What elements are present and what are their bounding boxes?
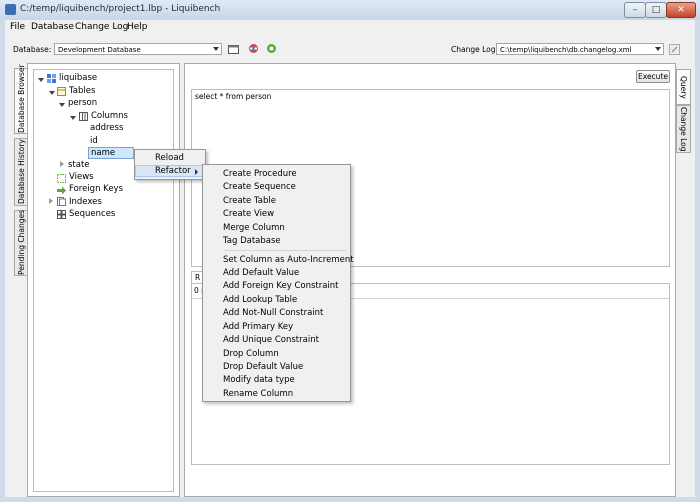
menu-item-label: Create Procedure (223, 169, 297, 179)
tree-indexes[interactable]: Indexes (69, 197, 102, 207)
foreign-key-icon (57, 186, 66, 195)
toolbar: Database: Development Database Change Lo… (5, 37, 695, 63)
tab-change-log-label: Change Log (679, 106, 688, 152)
tree-table-person[interactable]: person (68, 98, 97, 108)
tab-change-log[interactable]: Change Log (676, 105, 691, 153)
title-bar: C:/temp/liquibench/project1.lbp - Liquib… (0, 0, 700, 20)
menu-item-refactor[interactable]: Refactor (135, 165, 205, 177)
window-title: C:/temp/liquibench/project1.lbp - Liquib… (20, 4, 221, 14)
menu-file[interactable]: File (10, 22, 25, 32)
tree-tables[interactable]: Tables (69, 86, 95, 96)
database-icon (47, 74, 56, 83)
menu-item-label: Merge Column (223, 223, 285, 233)
results-tab-label: R (195, 273, 201, 282)
menu-item-reload[interactable]: Reload (135, 152, 205, 164)
tree-foreign-keys[interactable]: Foreign Keys (69, 184, 123, 194)
tree-column-id[interactable]: id (90, 136, 98, 146)
app-icon (5, 4, 16, 15)
expand-arrow-icon[interactable] (70, 116, 76, 120)
menu-database[interactable]: Database (31, 22, 74, 32)
tab-query[interactable]: Query (676, 69, 691, 105)
menu-item-label: Drop Default Value (223, 362, 304, 372)
columns-icon (79, 112, 88, 121)
menu-item-label: Add Not-Null Constraint (223, 308, 324, 318)
context-menu: Reload Refactor (134, 149, 206, 180)
menu-item-label: Create View (223, 209, 275, 219)
expand-arrow-icon[interactable] (59, 103, 65, 107)
menu-item-label: Add Default Value (223, 268, 300, 278)
menu-item-label: Create Sequence (223, 182, 296, 192)
menu-item-label: Create Table (223, 196, 276, 206)
execute-button[interactable]: Execute (636, 70, 670, 83)
menu-item-label: Rename Column (223, 389, 294, 399)
tree-root-liquibase[interactable]: liquibase (59, 73, 97, 83)
indexes-icon (57, 197, 66, 206)
tree-views[interactable]: Views (69, 172, 94, 182)
add-database-icon[interactable] (248, 43, 259, 54)
database-label: Database: (13, 45, 52, 54)
database-select-value: Development Database (58, 46, 141, 54)
menu-item-label: Drop Column (223, 349, 279, 359)
database-properties-icon[interactable] (228, 44, 239, 55)
menu-change-log[interactable]: Change Log (75, 22, 128, 32)
collapse-arrow-icon[interactable] (60, 161, 64, 167)
minimize-button[interactable]: – (624, 2, 646, 18)
menu-item-label: Add Foreign Key Constraint (223, 281, 339, 291)
tab-query-label: Query (679, 75, 688, 99)
menu-item-label: Add Unique Constraint (223, 335, 319, 345)
chevron-down-icon (213, 47, 219, 51)
menu-item-label: Modify data type (223, 375, 295, 385)
refresh-database-icon[interactable] (266, 43, 277, 54)
tables-icon (57, 87, 66, 96)
views-icon (57, 174, 66, 183)
menu-item-label: Set Column as Auto-Increment (223, 255, 354, 265)
changelog-label: Change Log: (451, 45, 499, 54)
expand-arrow-icon[interactable] (49, 91, 55, 95)
expand-arrow-icon[interactable] (38, 78, 44, 82)
menu-item-label: Tag Database (223, 236, 281, 246)
close-button[interactable]: ✕ (666, 2, 696, 18)
changelog-select-value: C:\temp\liquibench\db.changelog.xml (500, 46, 632, 54)
changelog-edit-icon[interactable] (669, 44, 680, 55)
menu-help[interactable]: Help (127, 22, 148, 32)
changelog-select[interactable]: C:\temp\liquibench\db.changelog.xml (496, 43, 664, 55)
menu-item-label: Add Primary Key (223, 322, 294, 332)
database-tree: liquibase Tables person Columns address … (33, 69, 174, 492)
refactor-submenu: Create Procedure Create Sequence Create … (202, 164, 354, 402)
tree-column-name[interactable]: name (88, 147, 134, 159)
sequences-icon (57, 210, 66, 219)
chevron-right-icon (195, 169, 198, 175)
database-tree-panel: liquibase Tables person Columns address … (27, 63, 180, 497)
tree-table-state[interactable]: state (68, 160, 90, 170)
menu-bar: File Database Change Log Help (5, 20, 695, 38)
tree-column-address[interactable]: address (90, 123, 123, 133)
database-select[interactable]: Development Database (54, 43, 222, 55)
menu-item-refactor-label: Refactor (155, 166, 191, 176)
collapse-arrow-icon[interactable] (49, 198, 53, 204)
menu-item-label: Add Lookup Table (223, 295, 298, 305)
menu-item-reload-label: Reload (155, 153, 184, 163)
tree-columns[interactable]: Columns (91, 111, 128, 121)
chevron-down-icon (655, 47, 661, 51)
maximize-button[interactable]: □ (645, 2, 667, 18)
menu-separator (223, 250, 347, 251)
sql-text: select * from person (195, 92, 272, 101)
tree-sequences[interactable]: Sequences (69, 209, 115, 219)
